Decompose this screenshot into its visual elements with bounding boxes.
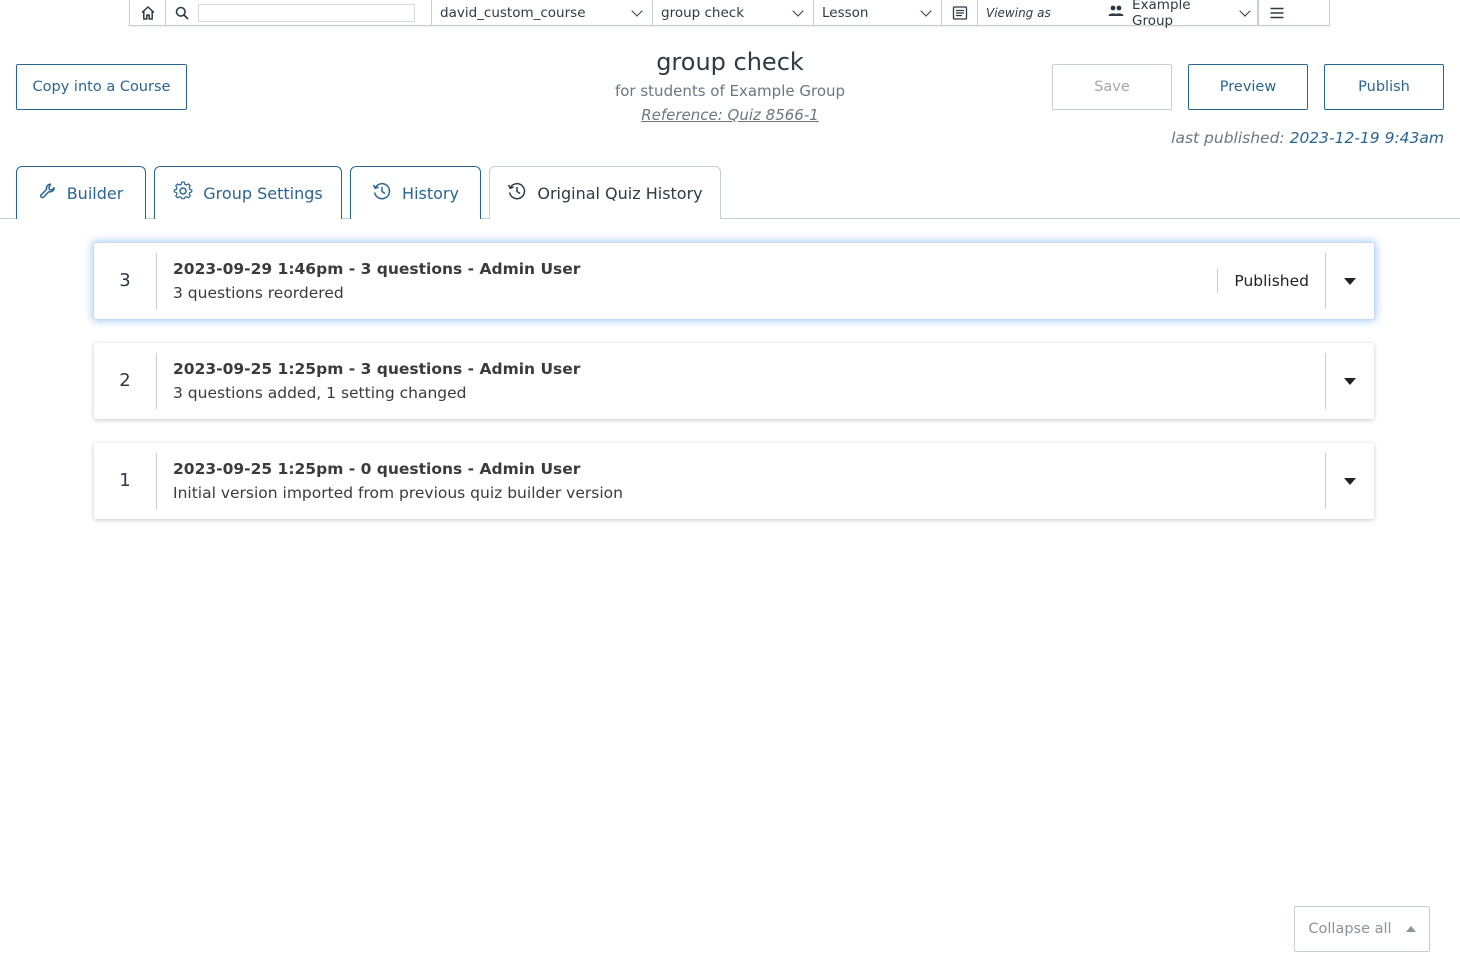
hamburger-menu-icon[interactable] (1258, 0, 1294, 25)
wrench-icon (39, 182, 57, 204)
type-select-value: Lesson (822, 4, 869, 21)
caret-down-icon (1344, 277, 1356, 285)
tab-group-settings-label: Group Settings (203, 183, 323, 203)
type-select[interactable]: Lesson (814, 0, 942, 25)
history-icon (507, 181, 527, 205)
expand-toggle[interactable] (1325, 453, 1374, 509)
version-heading: 2023-09-29 1:46pm - 3 questions - Admin … (173, 260, 581, 278)
save-button[interactable]: Save (1052, 64, 1172, 110)
expand-toggle[interactable] (1325, 253, 1374, 309)
version-body: 2023-09-29 1:46pm - 3 questions - Admin … (157, 260, 1217, 302)
caret-down-icon (1344, 377, 1356, 385)
caret-down-icon (1344, 477, 1356, 485)
document-icon[interactable] (942, 0, 978, 25)
quiz-select[interactable]: group check (653, 0, 814, 25)
chevron-down-icon (920, 4, 932, 17)
tab-history-label: History (402, 183, 459, 203)
tab-original-quiz-history-label: Original Quiz History (537, 183, 703, 203)
publish-button[interactable]: Publish (1324, 64, 1444, 110)
last-published-label: last published: (1171, 129, 1285, 147)
search-input[interactable] (197, 3, 415, 22)
version-card[interactable]: 2 2023-09-25 1:25pm - 3 questions - Admi… (94, 343, 1374, 419)
version-body: 2023-09-25 1:25pm - 3 questions - Admin … (157, 360, 1325, 402)
version-description: Initial version imported from previous q… (173, 484, 623, 502)
preview-button[interactable]: Preview (1188, 64, 1308, 110)
expand-toggle[interactable] (1325, 353, 1374, 409)
reference-link-text: Reference: Quiz 8566-1 (641, 106, 819, 124)
version-body: 2023-09-25 1:25pm - 0 questions - Admin … (157, 460, 1325, 502)
last-published-date: 2023-12-19 9:43am (1289, 129, 1444, 147)
chevron-down-icon (792, 4, 804, 17)
home-icon[interactable] (130, 0, 166, 25)
top-toolbar: david_custom_course group check Lesson V… (129, 0, 1330, 29)
version-card[interactable]: 3 2023-09-29 1:46pm - 3 questions - Admi… (94, 243, 1374, 319)
version-number: 3 (94, 253, 157, 309)
collapse-all-label: Collapse all (1308, 921, 1392, 937)
caret-up-icon (1405, 926, 1416, 932)
tab-original-quiz-history[interactable]: Original Quiz History (489, 166, 721, 219)
tab-group-settings[interactable]: Group Settings (154, 166, 342, 219)
history-icon (372, 181, 392, 205)
course-select[interactable]: david_custom_course (432, 0, 653, 25)
gear-icon (173, 181, 193, 205)
version-heading: 2023-09-25 1:25pm - 0 questions - Admin … (173, 460, 581, 478)
tab-builder-label: Builder (66, 183, 124, 203)
last-published: last published: 2023-12-19 9:43am (1171, 129, 1444, 147)
viewing-as-label: Viewing as (986, 5, 1051, 20)
course-select-value: david_custom_course (440, 4, 586, 21)
tab-builder[interactable]: Builder (16, 166, 146, 219)
search-icon[interactable] (166, 6, 198, 20)
users-icon (1108, 4, 1124, 22)
version-description: 3 questions reordered (173, 284, 344, 302)
chevron-down-icon (1239, 4, 1251, 17)
version-number: 2 (94, 353, 157, 409)
version-number: 1 (94, 453, 157, 509)
search-area (166, 0, 432, 25)
tab-history[interactable]: History (350, 166, 481, 219)
version-description: 3 questions added, 1 setting changed (173, 384, 467, 402)
status-badge: Published (1217, 269, 1325, 293)
quiz-select-value: group check (661, 4, 745, 21)
collapse-all-button[interactable]: Collapse all (1294, 906, 1430, 952)
version-heading: 2023-09-25 1:25pm - 3 questions - Admin … (173, 360, 581, 378)
version-card[interactable]: 1 2023-09-25 1:25pm - 0 questions - Admi… (94, 443, 1374, 519)
group-select[interactable]: Example Group (1108, 0, 1258, 29)
chevron-down-icon (631, 4, 643, 17)
group-select-value: Example Group (1132, 0, 1191, 29)
